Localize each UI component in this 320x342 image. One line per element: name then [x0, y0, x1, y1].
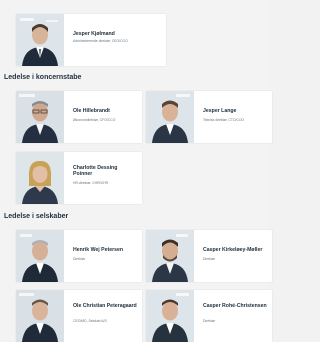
person-card[interactable]: Casper Rohé-Christensen Direktør: [146, 290, 272, 342]
person-card[interactable]: Ole Hillebrandt Økonomidirektør, CFO/CCO: [16, 91, 142, 143]
male-portrait-icon: [16, 91, 64, 143]
person-role: CEO/MD, Selskab A/S: [73, 319, 107, 323]
male-portrait-icon: [146, 290, 194, 342]
male-portrait-icon: [16, 290, 64, 342]
person-name: Charlotte Dessing Poinner: [73, 165, 118, 178]
person-name: Jesper Kjølmand: [73, 31, 115, 37]
person-name: Casper Rohé-Christensen: [203, 303, 267, 309]
person-role: Teknisk direktør, CTO/COO: [203, 118, 245, 122]
person-name: Casper Kirkeløey-Møller: [203, 247, 263, 253]
person-card[interactable]: Henrik Wej Petersen Direktør: [16, 230, 142, 282]
male-portrait-icon: [146, 91, 194, 143]
male-portrait-icon: [146, 230, 194, 282]
person-role: Økonomidirektør, CFO/CCO: [73, 118, 116, 122]
person-card[interactable]: Casper Kirkeløey-Møller Direktør: [146, 230, 272, 282]
section-heading: Ledelse i koncernstabe: [4, 74, 82, 81]
person-role: Administrerende direktør, CEO/COO: [73, 39, 128, 43]
person-name: Ole Christian Peteragaard: [73, 303, 137, 309]
male-portrait-icon: [16, 230, 64, 282]
person-name: Ole Hillebrandt: [73, 108, 110, 114]
male-portrait-icon: [16, 14, 64, 66]
page: Jesper Kjølmand Administrerende direktør…: [0, 0, 272, 342]
person-card[interactable]: Jesper Kjølmand Administrerende direktør…: [16, 14, 166, 66]
person-card[interactable]: Charlotte Dessing Poinner HR-direktør, C…: [16, 152, 142, 204]
person-role: Direktør: [73, 257, 86, 261]
person-name: Henrik Wej Petersen: [73, 247, 124, 253]
person-name: Jesper Lange: [203, 108, 237, 114]
person-card[interactable]: Jesper Lange Teknisk direktør, CTO/COO: [146, 91, 272, 143]
section-heading: Ledelse i selskaber: [4, 213, 69, 220]
person-role: Direktør: [203, 257, 216, 261]
person-role: Direktør: [203, 319, 216, 323]
person-card[interactable]: Ole Christian Peteragaard CEO/MD, Selska…: [16, 290, 142, 342]
female-portrait-icon: [16, 152, 64, 204]
person-role: HR-direktør, CHRO/HR: [73, 181, 109, 185]
